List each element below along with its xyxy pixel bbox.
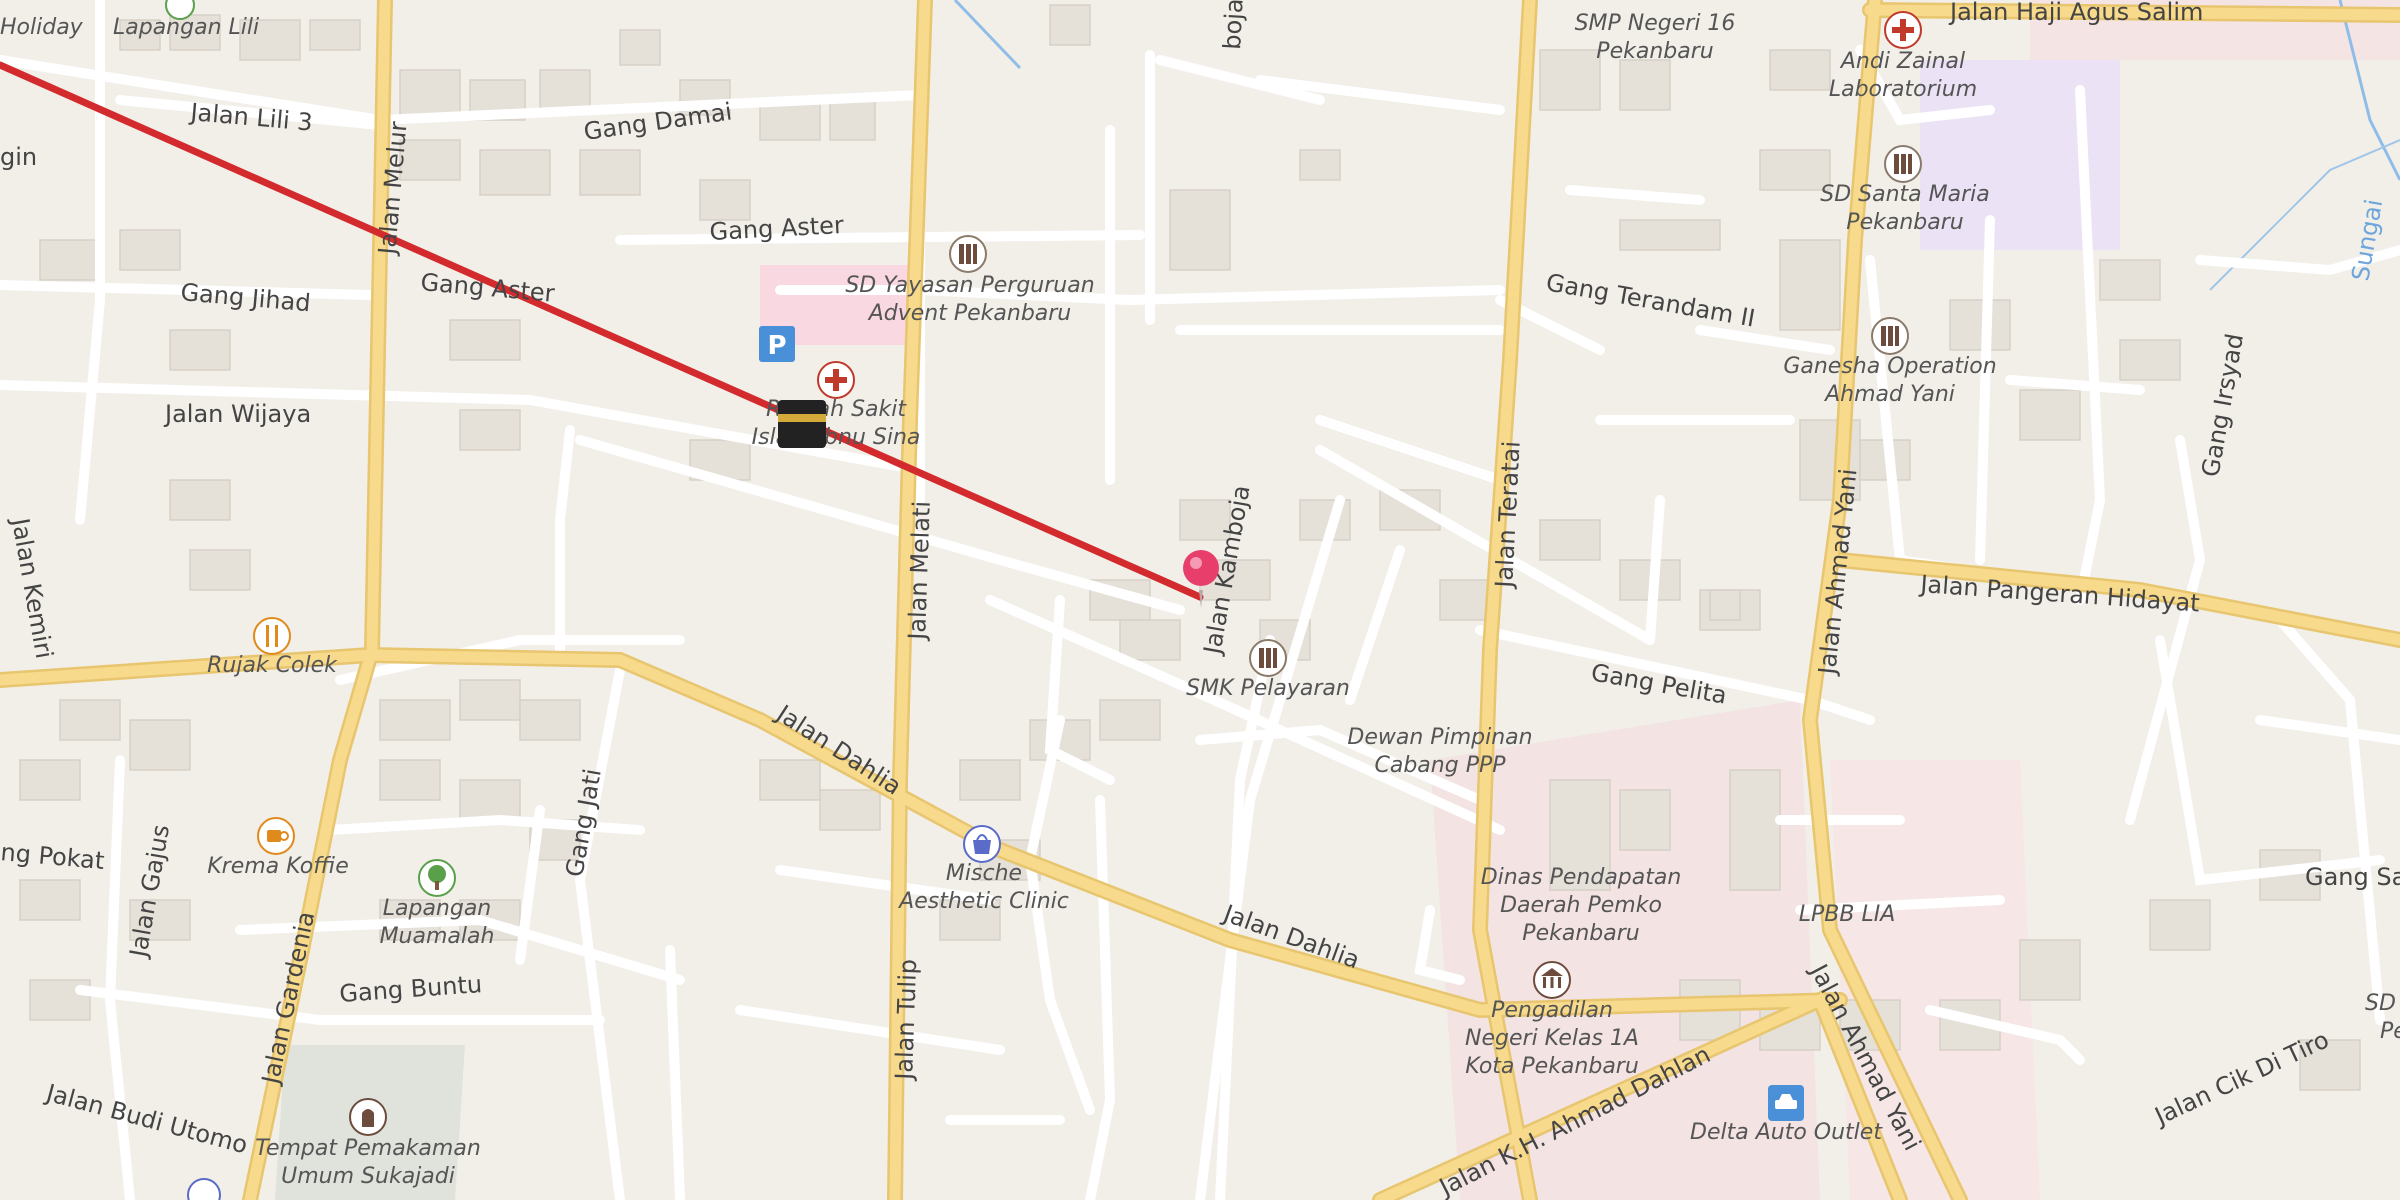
map-canvas[interactable]: Jalan Lili 3 Gang Damai Gang Aster Gang … — [0, 0, 2400, 1200]
poi-label-ganesha-2: Ahmad Yani — [1823, 382, 1955, 407]
poi-label-dinas-1: Dinas Pendapatan — [1481, 865, 1682, 890]
poi-label-mische-1: Mische — [946, 861, 1022, 886]
poi-label-pengadilan-1: Pengadilan — [1491, 998, 1613, 1023]
poi-label-smp16-1: SMP Negeri 16 — [1575, 11, 1736, 36]
road-label-gang-sa: Gang Sa — [2305, 863, 2400, 891]
water-label-sungai: Sungai — [2346, 197, 2388, 283]
park-icon[interactable] — [165, 0, 195, 20]
waterway — [953, 0, 1022, 70]
cafe-icon[interactable] — [257, 817, 295, 855]
road-label-gang-buntu: Gang Buntu — [338, 970, 482, 1008]
park-icon[interactable] — [418, 859, 456, 897]
road-label-gin: gin — [0, 143, 37, 171]
parking-icon[interactable]: P — [759, 326, 795, 362]
road-label-jalan-wijaya: Jalan Wijaya — [163, 400, 311, 428]
poi-label-rujak: Rujak Colek — [207, 653, 338, 678]
road-label-gang-pokat: ng Pokat — [0, 838, 105, 875]
poi-label-sd-yayasan-1: SD Yayasan Perguruan — [845, 273, 1094, 298]
poi-label-sd-santa-1: SD Santa Maria — [1820, 182, 1990, 207]
poi-label-mische-2: Aesthetic Clinic — [897, 889, 1069, 914]
poi-label-tpu-1: Tempat Pemakaman — [255, 1136, 481, 1161]
shop-icon[interactable] — [187, 1178, 221, 1200]
mosque-icon[interactable] — [778, 400, 826, 448]
poi-label-rs-2: Islam Ibnu Sina — [752, 425, 921, 450]
poi-label-tpu-2: Umum Sukajadi — [281, 1164, 455, 1189]
poi-label-sd-right: SD — [2365, 991, 2396, 1016]
restaurant-icon[interactable] — [253, 617, 291, 655]
poi-label-sd-yayasan-2: Advent Pekanbaru — [867, 301, 1072, 326]
courthouse-icon[interactable] — [1533, 961, 1571, 999]
poi-label-lapangan-muamalah-1: Lapangan — [383, 896, 492, 921]
poi-label-dinas-3: Pekanbaru — [1522, 921, 1639, 946]
road-label-jalan-melati: Jalan Melati — [903, 500, 936, 642]
poi-label-andi-2: Laboratorium — [1829, 77, 1977, 102]
poi-label-dewan-2: Cabang PPP — [1375, 753, 1507, 778]
parking-icon-label: P — [767, 331, 786, 361]
poi-label-lpbb: LPBB LIA — [1799, 902, 1896, 927]
school-icon[interactable] — [1871, 317, 1909, 355]
shop-icon[interactable] — [963, 825, 1001, 863]
road-label-gang-aster-2: Gang Aster — [419, 268, 555, 308]
poi-label-sd-santa-2: Pekanbaru — [1846, 210, 1963, 235]
road-label-gang-irsyad: Gang Irsyad — [2196, 331, 2249, 479]
road-label-gang-jihad: Gang Jihad — [179, 278, 311, 317]
poi-label-delta: Delta Auto Outlet — [1690, 1120, 1883, 1145]
poi-label-pengadilan-2: Negeri Kelas 1A — [1465, 1026, 1639, 1051]
poi-label-pe-right: Pe — [2380, 1019, 2400, 1044]
poi-label-dewan-1: Dewan Pimpinan — [1347, 725, 1532, 750]
poi-label-lapangan-muamalah-2: Muamalah — [380, 924, 495, 949]
cemetery-icon[interactable] — [349, 1098, 387, 1136]
poi-label-pengadilan-3: Kota Pekanbaru — [1465, 1054, 1639, 1079]
poi-label-ganesha-1: Ganesha Operation — [1783, 354, 1996, 379]
road-label-jalan-kamboja-top: boja — [1218, 0, 1249, 50]
hospital-icon[interactable] — [817, 361, 855, 399]
road-label-jalan-budi-utomo: Jalan Budi Utomo — [42, 1078, 251, 1159]
school-icon[interactable] — [1249, 639, 1287, 677]
road-label-gang-terandam: Gang Terandam II — [1544, 268, 1757, 332]
poi-label-andi-1: Andi Zainal — [1839, 49, 1965, 74]
poi-label-smp16-2: Pekanbaru — [1596, 39, 1713, 64]
poi-label-lapangan-lili: Lapangan Lili — [113, 15, 259, 40]
road-label-jalan-kemiri: Jalan Kemiri — [6, 514, 59, 661]
school-icon[interactable] — [1884, 145, 1922, 183]
road-label-jalan-tulip: Jalan Tulip — [890, 959, 922, 1083]
road-label-jalan-haji-agus-salim: Jalan Haji Agus Salim — [1948, 0, 2203, 26]
poi-label-krema: Krema Koffie — [207, 854, 349, 879]
car-icon[interactable] — [1768, 1085, 1804, 1121]
poi-label-dinas-2: Daerah Pemko — [1500, 893, 1662, 918]
school-icon[interactable] — [949, 235, 987, 273]
poi-label-holiday: Holiday — [0, 15, 84, 40]
poi-label-smk: SMK Pelayaran — [1186, 676, 1350, 701]
hospital-icon[interactable] — [1884, 11, 1922, 49]
